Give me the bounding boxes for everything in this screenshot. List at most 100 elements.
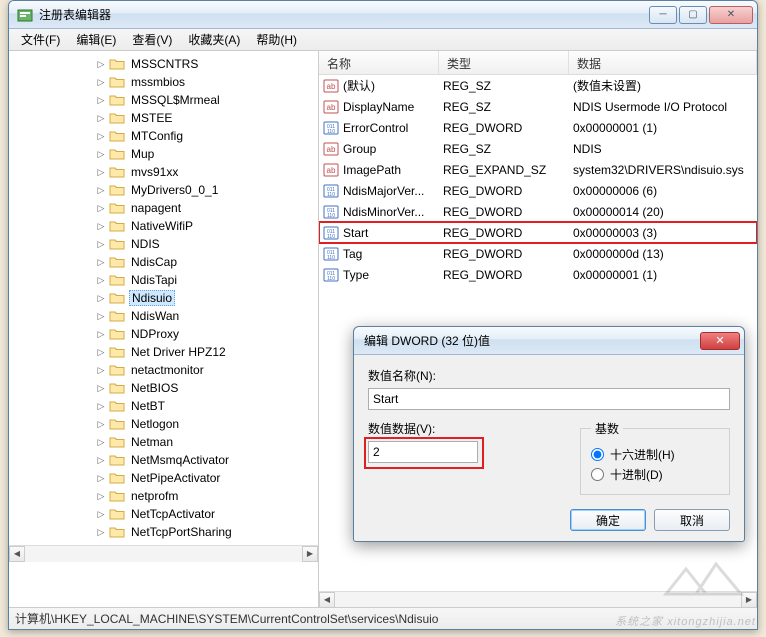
menu-view[interactable]: 查看(V) [124, 29, 180, 50]
tree-item[interactable]: NetBT [9, 397, 318, 415]
list-row[interactable]: abDisplayNameREG_SZNDIS Usermode I/O Pro… [319, 96, 757, 117]
expand-toggle-icon[interactable] [95, 130, 107, 142]
list-row[interactable]: 011110TypeREG_DWORD0x00000001 (1) [319, 264, 757, 285]
expand-toggle-icon[interactable] [95, 436, 107, 448]
expand-toggle-icon[interactable] [95, 526, 107, 538]
expand-toggle-icon[interactable] [95, 76, 107, 88]
expand-toggle-icon[interactable] [95, 112, 107, 124]
radix-dec-radio[interactable] [591, 468, 604, 481]
scroll-right-icon[interactable]: ▶ [302, 546, 318, 562]
tree-item[interactable]: NDIS [9, 235, 318, 253]
expand-toggle-icon[interactable] [95, 184, 107, 196]
expand-toggle-icon[interactable] [95, 256, 107, 268]
tree-item[interactable]: Netlogon [9, 415, 318, 433]
expand-toggle-icon[interactable] [95, 202, 107, 214]
expand-toggle-icon[interactable] [95, 400, 107, 412]
cell-name: Group [343, 142, 443, 156]
list-row[interactable]: abGroupREG_SZNDIS [319, 138, 757, 159]
expand-toggle-icon[interactable] [95, 346, 107, 358]
list-row[interactable]: 011110StartREG_DWORD0x00000003 (3) [319, 222, 757, 243]
tree-item[interactable]: NetBIOS [9, 379, 318, 397]
tree-item[interactable]: Netman [9, 433, 318, 451]
scroll-right-icon[interactable]: ▶ [741, 592, 757, 608]
expand-toggle-icon[interactable] [95, 274, 107, 286]
expand-toggle-icon[interactable] [95, 328, 107, 340]
tree-item[interactable]: NetTcpPortSharing [9, 523, 318, 541]
tree-item[interactable]: NetPipeActivator [9, 469, 318, 487]
expand-toggle-icon[interactable] [95, 238, 107, 250]
tree-item[interactable]: netactmonitor [9, 361, 318, 379]
menu-favorites[interactable]: 收藏夹(A) [180, 29, 248, 50]
col-header-name[interactable]: 名称 [319, 51, 439, 74]
tree-item[interactable]: MSSQL$Mrmeal [9, 91, 318, 109]
maximize-button[interactable]: ▢ [679, 6, 707, 24]
expand-toggle-icon[interactable] [95, 364, 107, 376]
dialog-close-button[interactable]: ✕ [700, 332, 740, 350]
tree-item-label: Ndisuio [129, 290, 175, 306]
tree-item[interactable]: NdisWan [9, 307, 318, 325]
expand-toggle-icon[interactable] [95, 418, 107, 430]
tree-item[interactable]: mssmbios [9, 73, 318, 91]
cancel-button[interactable]: 取消 [654, 509, 730, 531]
expand-toggle-icon[interactable] [95, 382, 107, 394]
scroll-left-icon[interactable]: ◀ [319, 592, 335, 608]
svg-text:110: 110 [327, 213, 335, 219]
tree-item[interactable]: Mup [9, 145, 318, 163]
tree-item[interactable]: netprofm [9, 487, 318, 505]
svg-text:110: 110 [327, 234, 335, 240]
tree-item[interactable]: napagent [9, 199, 318, 217]
tree-item[interactable]: MSTEE [9, 109, 318, 127]
value-name-input[interactable] [368, 388, 730, 410]
tree-item-label: MSSQL$Mrmeal [129, 93, 222, 107]
expand-toggle-icon[interactable] [95, 508, 107, 520]
tree-item[interactable]: Net Driver HPZ12 [9, 343, 318, 361]
menu-help[interactable]: 帮助(H) [248, 29, 305, 50]
tree-hscroll[interactable]: ◀ ▶ [9, 545, 318, 561]
tree-pane[interactable]: MSSCNTRSmssmbios MSSQL$Mrmeal MSTEEMTConfi… [9, 51, 319, 607]
close-button[interactable]: ✕ [709, 6, 753, 24]
radix-hex-radio[interactable] [591, 448, 604, 461]
expand-toggle-icon[interactable] [95, 148, 107, 160]
menu-edit[interactable]: 编辑(E) [68, 29, 124, 50]
expand-toggle-icon[interactable] [95, 94, 107, 106]
tree-item[interactable]: MyDrivers0_0_1 [9, 181, 318, 199]
tree-item[interactable]: MTConfig [9, 127, 318, 145]
expand-toggle-icon[interactable] [95, 454, 107, 466]
dialog-titlebar[interactable]: 编辑 DWORD (32 位)值 ✕ [354, 327, 744, 355]
list-row[interactable]: abImagePathREG_EXPAND_SZsystem32\DRIVERS… [319, 159, 757, 180]
value-data-input[interactable] [368, 441, 478, 463]
expand-toggle-icon[interactable] [95, 310, 107, 322]
ok-button[interactable]: 确定 [570, 509, 646, 531]
list-hscroll[interactable]: ◀ ▶ [319, 591, 757, 607]
tree-item[interactable]: mvs91xx [9, 163, 318, 181]
list-row[interactable]: 011110NdisMajorVer...REG_DWORD0x00000006… [319, 180, 757, 201]
scroll-left-icon[interactable]: ◀ [9, 546, 25, 562]
tree-item[interactable]: NetMsmqActivator [9, 451, 318, 469]
tree-item[interactable]: NativeWifiP [9, 217, 318, 235]
list-row[interactable]: 011110NdisMinorVer...REG_DWORD0x00000014… [319, 201, 757, 222]
minimize-button[interactable]: ─ [649, 6, 677, 24]
expand-toggle-icon[interactable] [95, 58, 107, 70]
tree-item[interactable]: NetTcpActivator [9, 505, 318, 523]
tree-item[interactable]: MSSCNTRS [9, 55, 318, 73]
radix-hex-option[interactable]: 十六进制(H) [591, 446, 719, 463]
titlebar[interactable]: 注册表编辑器 ─ ▢ ✕ [9, 1, 757, 29]
menu-file[interactable]: 文件(F) [13, 29, 68, 50]
expand-toggle-icon[interactable] [95, 220, 107, 232]
expand-toggle-icon[interactable] [95, 490, 107, 502]
expand-toggle-icon[interactable] [95, 292, 107, 304]
tree-item[interactable]: Ndisuio [9, 289, 318, 307]
tree-item[interactable]: NdisTapi [9, 271, 318, 289]
radix-dec-option[interactable]: 十进制(D) [591, 466, 719, 483]
col-header-data[interactable]: 数据 [569, 51, 757, 74]
tree-item-label: netprofm [129, 489, 180, 503]
tree-item[interactable]: NdisCap [9, 253, 318, 271]
list-row[interactable]: ab(默认)REG_SZ(数值未设置) [319, 75, 757, 96]
col-header-type[interactable]: 类型 [439, 51, 569, 74]
tree-item[interactable]: NDProxy [9, 325, 318, 343]
list-row[interactable]: 011110TagREG_DWORD0x0000000d (13) [319, 243, 757, 264]
list-header: 名称 类型 数据 [319, 51, 757, 75]
expand-toggle-icon[interactable] [95, 166, 107, 178]
list-row[interactable]: 011110ErrorControlREG_DWORD0x00000001 (1… [319, 117, 757, 138]
expand-toggle-icon[interactable] [95, 472, 107, 484]
